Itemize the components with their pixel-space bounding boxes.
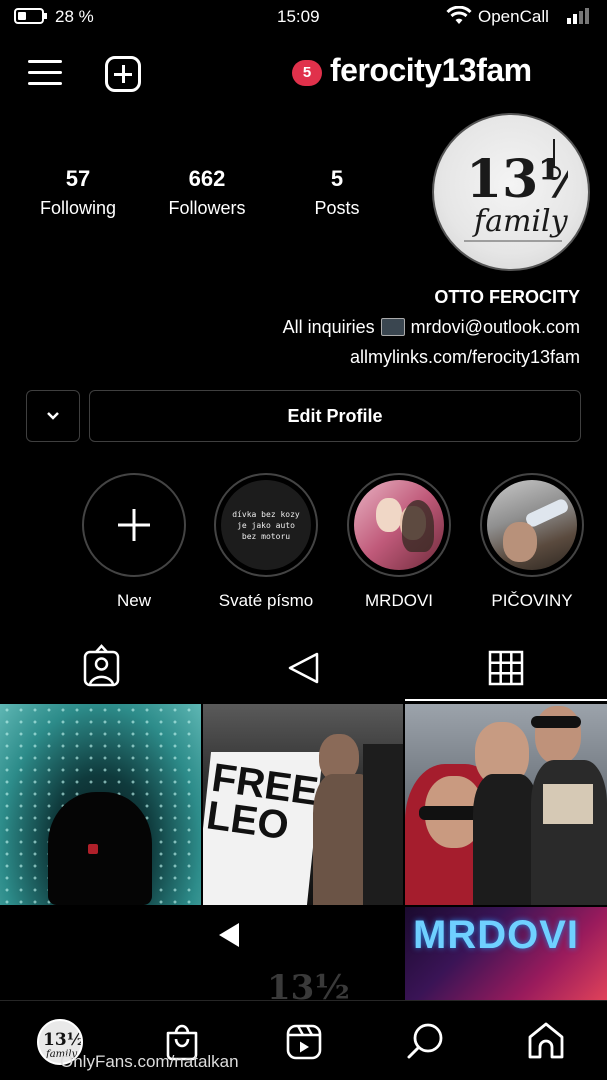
highlight-new-cover [89, 480, 179, 570]
reels-play-icon [288, 652, 319, 684]
search-icon[interactable] [406, 1021, 446, 1061]
highlight-svate-pismo[interactable]: dívka bez kozy je jako auto bez motoru S… [214, 473, 318, 611]
create-post-icon[interactable] [105, 56, 141, 92]
highlight-cover-text: dívka bez kozy je jako auto bez motoru [232, 509, 300, 541]
highlight-label: MRDOVI [365, 591, 433, 610]
stat-posts[interactable]: 5 Posts [300, 166, 374, 219]
following-count: 57 [65, 166, 91, 191]
stat-following[interactable]: 57 Following [22, 166, 134, 219]
status-bar: 28 % 15:09 OpenCall [0, 0, 607, 34]
highlight-ring [480, 473, 584, 577]
watermark-text: OnlyFans.com/natalkan [60, 1052, 239, 1071]
posts-count: 5 [330, 166, 344, 191]
highlight-new[interactable]: New [82, 473, 186, 611]
grid-icon [488, 650, 524, 686]
tab-tagged[interactable] [0, 640, 202, 702]
svg-text:13½: 13½ [267, 968, 350, 1000]
tab-reels[interactable] [202, 640, 404, 702]
plus-icon [118, 509, 150, 541]
chevron-down-icon [47, 412, 59, 420]
profile-username[interactable]: ferocity13fam [330, 52, 532, 89]
followers-count: 662 [188, 166, 226, 191]
post-thumbnail-concert[interactable]: FREE LEO [203, 704, 403, 905]
post-thumbnail-empty [0, 907, 201, 1000]
svg-text:13½: 13½ [43, 1030, 81, 1050]
menu-icon[interactable] [28, 58, 62, 88]
edit-profile-button[interactable]: Edit Profile [89, 390, 581, 442]
highlight-mrdovi[interactable]: MRDOVI [347, 473, 451, 611]
wifi-icon [446, 6, 472, 24]
family-logo-watermark-icon: 13½ [267, 968, 350, 1000]
email-icon [380, 318, 405, 336]
post-thumbnail-video[interactable]: 13½ [203, 907, 403, 1000]
active-tab-indicator [405, 699, 607, 701]
bio-inquiries-label: All inquiries [282, 317, 375, 337]
post-thumbnail-mrdovi[interactable]: MRDOVI [405, 907, 607, 1000]
video-play-icon [219, 923, 239, 947]
family-logo-icon: 13½ family [464, 139, 568, 242]
battery-level [18, 12, 26, 20]
bio-name: OTTO FEROCITY [434, 287, 580, 307]
highlight-label: New [116, 591, 151, 610]
home-icon[interactable] [526, 1021, 566, 1061]
battery-percent: 28 % [55, 7, 94, 26]
profile-avatar[interactable]: 13½ family [432, 113, 590, 271]
clock: 15:09 [277, 7, 320, 26]
highlight-cover-image [354, 480, 444, 570]
highlight-cover-image [487, 480, 577, 570]
post-shirt-text: FREE LEO [203, 755, 321, 849]
posts-label: Posts [314, 198, 360, 218]
suggestions-dropdown-button[interactable] [26, 390, 80, 442]
followers-label: Followers [168, 198, 246, 218]
bio-email[interactable]: mrdovi@outlook.com [411, 317, 580, 337]
stat-followers[interactable]: 662 Followers [150, 166, 264, 219]
highlight-label: PIČOVINY [491, 591, 573, 610]
post-neon-text: MRDOVI [413, 913, 579, 957]
highlight-ring [347, 473, 451, 577]
bio-link[interactable]: allmylinks.com/ferocity13fam [0, 347, 580, 368]
highlight-cover-image: dívka bez kozy je jako auto bez motoru [221, 480, 311, 570]
reels-icon[interactable] [285, 1023, 323, 1061]
highlight-ring [82, 473, 186, 577]
tab-grid[interactable] [405, 640, 607, 702]
tagged-person-icon [83, 644, 120, 687]
highlight-label: Svaté písmo [218, 591, 314, 610]
battery-nub [44, 13, 47, 19]
signal-icon [567, 8, 589, 24]
highlight-ring: dívka bez kozy je jako auto bez motoru [214, 473, 318, 577]
bio-inquiries: All inquiries mrdovi@outlook.com [0, 317, 580, 338]
notification-badge[interactable]: 5 [292, 60, 322, 86]
carrier-name: OpenCall [478, 7, 549, 26]
highlight-picoviny[interactable]: PIČOVINY [480, 473, 584, 611]
post-thumbnail-aquarium[interactable] [0, 704, 201, 905]
following-label: Following [39, 198, 117, 218]
post-thumbnail-group-selfie[interactable] [405, 704, 607, 905]
svg-text:family: family [472, 204, 568, 239]
